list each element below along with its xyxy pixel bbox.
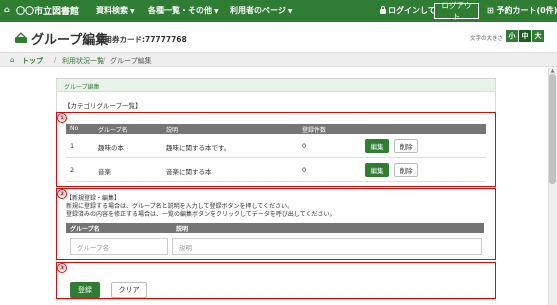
cart-icon: ⊞ (487, 6, 494, 15)
font-size-label: 文字の大きさ (470, 36, 504, 42)
annotation-number-3: ③ (57, 263, 67, 273)
lock-icon (380, 6, 386, 14)
annotation-box-2 (56, 188, 496, 260)
breadcrumb-separator: / (54, 56, 57, 64)
nav-search-label: 資料検索 (96, 6, 128, 15)
annotation-number-1: ① (57, 113, 67, 123)
font-size-large-button[interactable]: 大 (532, 30, 544, 42)
chevron-down-icon: ▼ (130, 8, 135, 15)
cart-label: 予約カート(0件) (496, 6, 557, 15)
font-size-small-button[interactable]: 小 (506, 30, 518, 42)
nav-lists-label: 各種一覧・その他 (148, 6, 212, 15)
breadcrumb-current: グループ編集 (110, 57, 152, 65)
nav-lists-menu[interactable]: 各種一覧・その他 ▼ (148, 5, 219, 16)
panel-title: グループ編集 (64, 84, 100, 91)
home-icon: ⌂ (10, 56, 15, 64)
logout-button[interactable]: ログアウト (434, 1, 479, 21)
home-icon[interactable]: ⌂ (4, 5, 10, 14)
breadcrumb-top-link[interactable]: トップ (22, 56, 43, 66)
library-name-link[interactable]: 〇〇市立図書館 (16, 4, 79, 17)
nav-user-menu[interactable]: 利用者のページ ▼ (230, 5, 292, 16)
reservation-cart-link[interactable]: ⊞ 予約カート(0件) (487, 5, 557, 16)
scrollbar-thumb[interactable] (549, 74, 556, 184)
font-size-medium-button[interactable]: 中 (519, 30, 531, 42)
user-card-label: 利用券カード:77777768 (97, 35, 187, 44)
annotation-box-1 (56, 112, 496, 187)
breadcrumb: ⌂ トップ / 利用状況一覧 / グループ編集 (0, 52, 557, 67)
breadcrumb-status-link[interactable]: 利用状況一覧 (62, 56, 104, 66)
nav-search-menu[interactable]: 資料検索 ▼ (96, 5, 135, 16)
nav-user-label: 利用者のページ (230, 6, 286, 15)
category-list-label: 【カテゴリグループ一覧】 (64, 102, 142, 110)
chevron-down-icon: ▼ (214, 8, 219, 15)
chevron-down-icon: ▼ (287, 8, 293, 15)
annotation-box-3 (56, 262, 496, 299)
annotation-number-2: ② (57, 189, 67, 199)
panel-header (57, 79, 495, 92)
breadcrumb-separator: / (103, 56, 106, 64)
basket-icon (15, 32, 27, 43)
top-nav-bar: ⌂ 〇〇市立図書館 資料検索 ▼ 各種一覧・その他 ▼ 利用者のページ ▼ ログインし… (0, 0, 557, 22)
